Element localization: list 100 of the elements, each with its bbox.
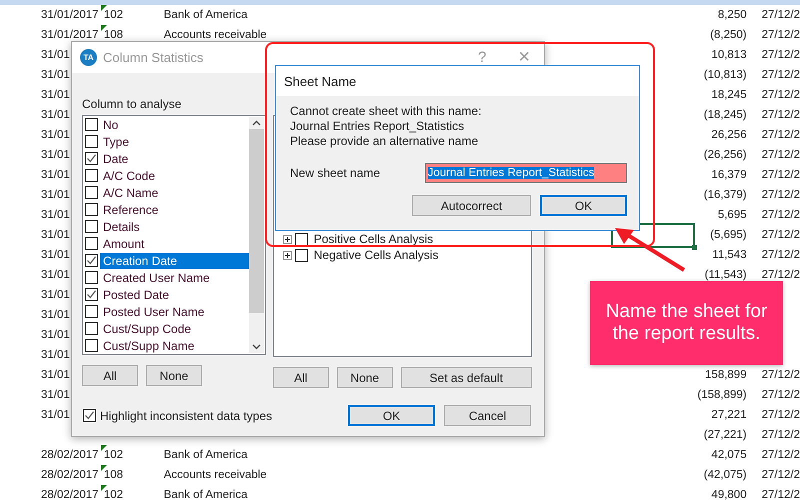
table-cell: 102 xyxy=(104,449,124,461)
list-item[interactable]: Cust/Supp Name xyxy=(100,338,249,354)
table-cell: 31/01 xyxy=(41,329,70,341)
checkbox[interactable] xyxy=(85,305,98,318)
list-item[interactable]: Cust/Supp Code xyxy=(100,320,249,336)
checkbox[interactable] xyxy=(85,220,98,233)
table-cell: 27/12/2 xyxy=(762,249,800,261)
checkbox[interactable] xyxy=(83,409,96,422)
ok-button[interactable]: OK xyxy=(348,405,435,426)
table-cell: 31/01 xyxy=(41,269,70,281)
checkbox[interactable] xyxy=(85,152,98,165)
table-cell: 31/01 xyxy=(41,289,70,301)
tree-item[interactable]: Positive Cells Analysis xyxy=(314,232,434,246)
table-cell: 27/12/2 xyxy=(762,69,800,81)
list-item[interactable]: Posted Date xyxy=(100,286,249,302)
list-item[interactable]: Details xyxy=(100,218,249,234)
table-cell: 31/01 xyxy=(41,109,70,121)
table-cell: 31/01 xyxy=(41,369,70,381)
table-cell: 102 xyxy=(104,9,124,21)
table-cell: 31/01 xyxy=(41,349,70,361)
table-cell: (27,221) xyxy=(704,429,747,441)
table-cell: Accounts receivable xyxy=(164,29,267,41)
list-item[interactable]: Creation Date xyxy=(100,252,249,268)
list-item[interactable]: Type xyxy=(100,134,249,150)
list-label: Column to analyse xyxy=(82,98,182,113)
list-item[interactable]: Reference xyxy=(100,202,249,218)
checkbox[interactable] xyxy=(85,288,98,301)
window-title: Column Statistics xyxy=(103,50,204,65)
checkbox[interactable] xyxy=(85,135,98,148)
table-cell: 31/01 xyxy=(41,309,70,321)
table-cell: 31/01/2017 xyxy=(41,9,99,21)
checkbox[interactable] xyxy=(85,271,98,284)
dialog-button[interactable]: All xyxy=(82,365,138,386)
table-cell: (10,813) xyxy=(704,69,747,81)
dialog-button[interactable]: Autocorrect xyxy=(412,195,531,216)
list-item[interactable]: A/C Name xyxy=(100,184,249,200)
table-cell: (158,899) xyxy=(697,389,747,401)
checkbox[interactable] xyxy=(85,118,98,131)
tree-item[interactable]: Negative Cells Analysis xyxy=(314,248,438,262)
expand-icon[interactable] xyxy=(282,250,292,260)
dialog-button[interactable]: Set as default xyxy=(400,367,532,388)
table-cell: 27/12/2 xyxy=(762,229,800,241)
cancel-button[interactable]: Cancel xyxy=(444,405,531,426)
table-cell: 27/12/2 xyxy=(762,209,800,221)
checkbox[interactable] xyxy=(85,322,98,335)
table-cell: 31/01 xyxy=(41,129,70,141)
table-cell: 27/12/2 xyxy=(762,409,800,421)
table-cell: 27/12/2 xyxy=(762,449,800,461)
table-cell: 18,245 xyxy=(711,89,747,101)
list-item[interactable]: A/C Code xyxy=(100,168,249,184)
checkbox[interactable] xyxy=(85,254,98,267)
dialog-button[interactable]: None xyxy=(336,367,393,388)
checkbox[interactable] xyxy=(294,248,308,262)
checkbox-label: Highlight inconsistent data types xyxy=(100,408,272,422)
table-cell: 27/12/2 xyxy=(762,369,800,381)
table-cell: 27/12/2 xyxy=(762,489,800,501)
dialog-button[interactable]: OK xyxy=(540,195,627,216)
checkbox[interactable] xyxy=(85,203,98,216)
field-label: New sheet name xyxy=(290,166,382,180)
message-text: Cannot create sheet with this name: xyxy=(290,104,482,119)
table-cell: 5,695 xyxy=(718,209,747,221)
list-item[interactable]: No xyxy=(100,116,249,132)
table-cell: 28/02/2017 xyxy=(41,449,99,461)
scrollbar[interactable] xyxy=(248,117,264,353)
table-cell: 27/12/2 xyxy=(762,129,800,141)
table-cell: 27,221 xyxy=(711,409,747,421)
expand-icon[interactable] xyxy=(282,234,292,244)
table-cell: 27/12/2 xyxy=(762,429,800,441)
checkbox[interactable] xyxy=(85,339,98,352)
table-cell: 31/01 xyxy=(41,209,70,221)
checkbox[interactable] xyxy=(85,237,98,250)
message-text: Please provide an alternative name xyxy=(290,134,480,149)
table-cell: 27/12/2 xyxy=(762,149,800,161)
table-cell: 31/01/2017 xyxy=(41,29,99,41)
table-cell: 27/12/2 xyxy=(762,189,800,201)
dialog-button[interactable]: None xyxy=(146,365,202,386)
checkbox[interactable] xyxy=(85,169,98,182)
table-cell: (42,075) xyxy=(704,469,747,481)
table-cell: 31/01 xyxy=(41,149,70,161)
table-cell: 31/01 xyxy=(41,389,70,401)
list-item[interactable]: Amount xyxy=(100,236,249,252)
table-cell: 27/12/2 xyxy=(762,29,800,41)
table-cell: (5,695) xyxy=(710,229,747,241)
table-cell: 102 xyxy=(104,489,124,501)
list-item[interactable]: Created User Name xyxy=(100,270,249,286)
table-cell: 31/01 xyxy=(41,169,70,181)
checkbox[interactable] xyxy=(85,186,98,199)
table-cell: 31/01 xyxy=(41,49,70,61)
table-cell: 26,256 xyxy=(711,129,747,141)
list-item[interactable]: Date xyxy=(100,150,249,166)
table-cell: 27/12/2 xyxy=(762,469,800,481)
table-cell: 27/12/2 xyxy=(762,89,800,101)
table-cell: 31/01 xyxy=(41,229,70,241)
table-cell: (11,543) xyxy=(704,269,747,281)
table-cell: 31/01 xyxy=(41,409,70,421)
table-cell: 158,899 xyxy=(705,369,747,381)
list-item[interactable]: Posted User Name xyxy=(100,304,249,320)
dialog-button[interactable]: All xyxy=(272,367,329,388)
checkbox[interactable] xyxy=(294,232,308,246)
table-cell: (26,256) xyxy=(704,149,747,161)
